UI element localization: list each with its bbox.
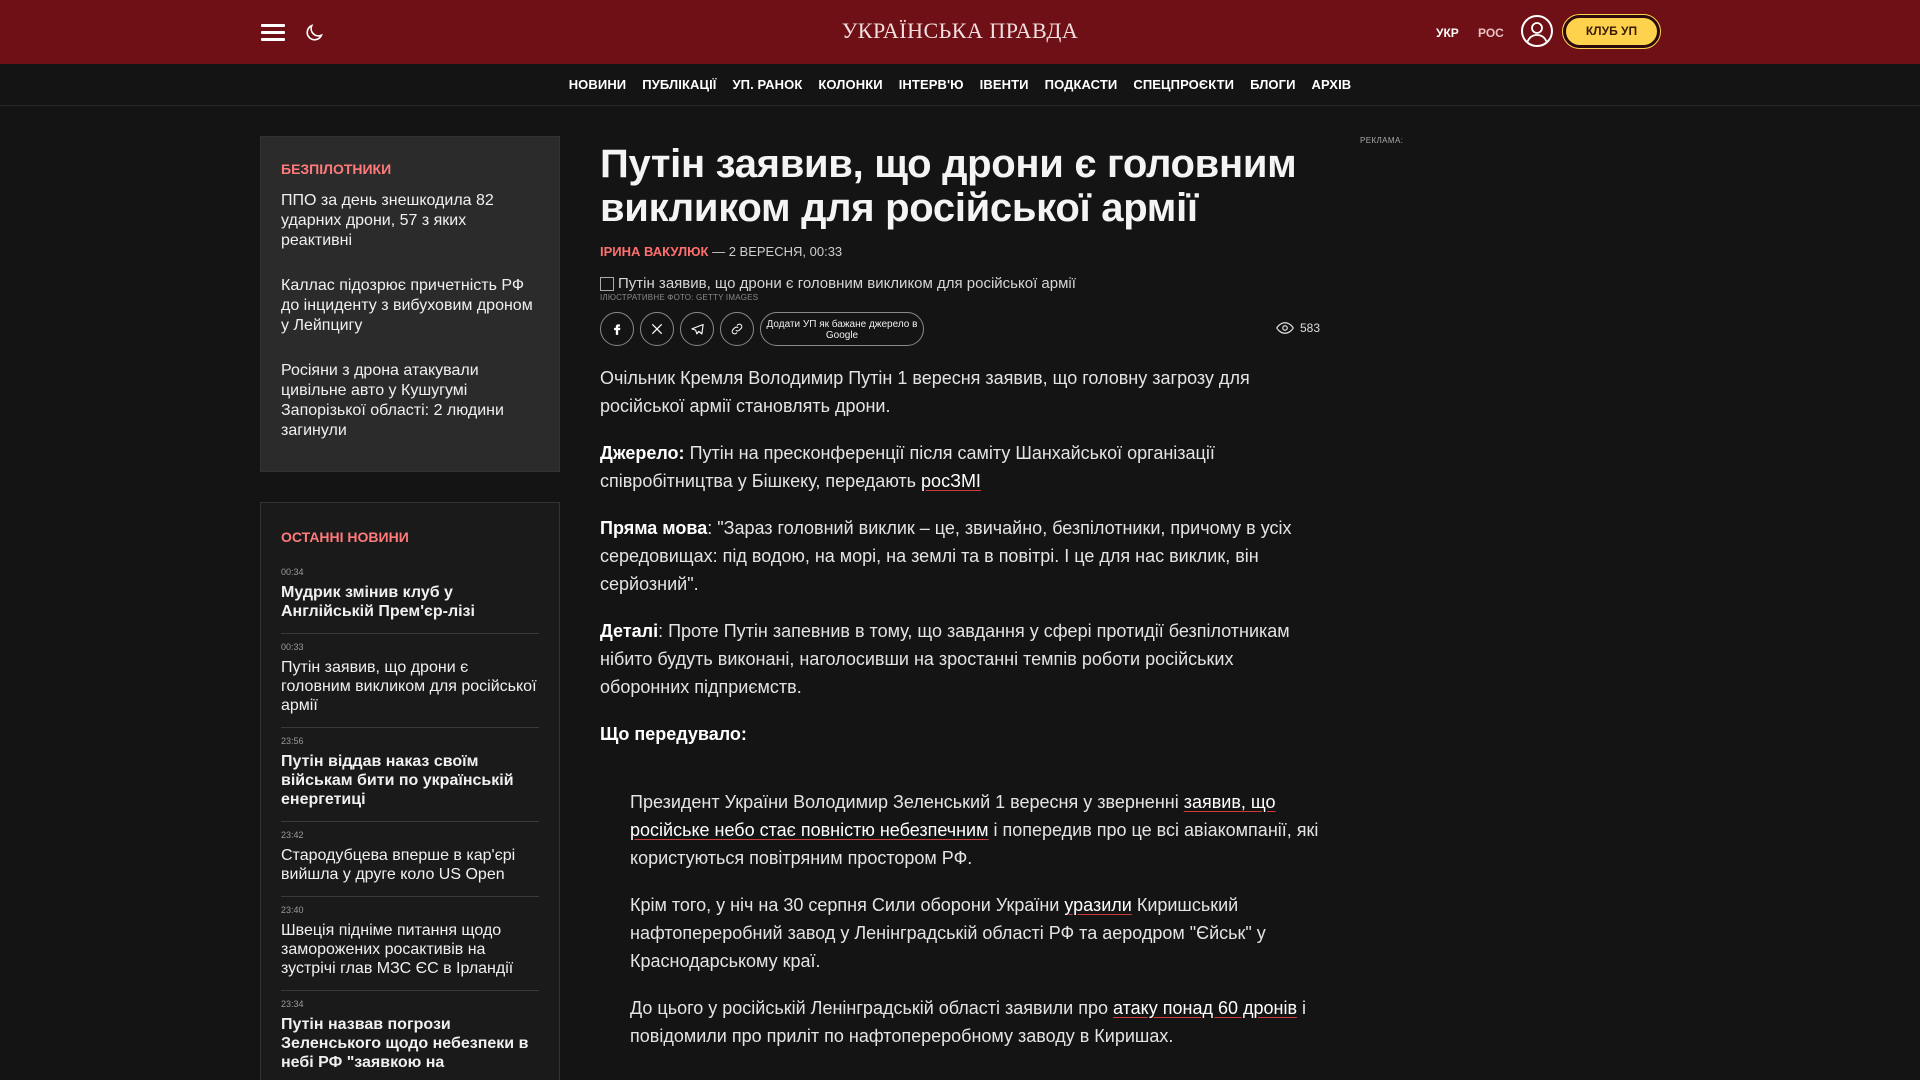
news-text[interactable]: Мудрик змінив клуб у Англійській Прем'єр…	[281, 583, 539, 621]
paragraph-label: Пряма мова	[600, 518, 708, 538]
background-block: Президент України Володимир Зеленський 1…	[600, 788, 1320, 1050]
paragraph: До цього у російській Ленінградській обл…	[630, 994, 1320, 1050]
paragraph-text: До цього у російській Ленінградській обл…	[630, 998, 1113, 1018]
nav-item-events[interactable]: ІВЕНТИ	[972, 77, 1037, 92]
latest-news-box: ОСТАННІ НОВИНИ 00:34 Мудрик змінив клуб …	[260, 502, 560, 1080]
image-caption: ІЛЮСТРАТИВНЕ ФОТО: GETTY IMAGES	[600, 293, 759, 302]
topic-box: БЕЗПІЛОТНИКИ ППО за день знешкодила 82 у…	[260, 136, 560, 472]
nav-item-podcasts[interactable]: ПОДКАСТИ	[1037, 77, 1126, 92]
paragraph-label: Що передувало:	[600, 724, 747, 744]
broken-image-icon	[600, 276, 614, 291]
news-text[interactable]: Путін заявив, що дрони є головним виклик…	[281, 658, 539, 715]
nav-item-interviews[interactable]: ІНТЕРВ'Ю	[891, 77, 972, 92]
news-text[interactable]: Стародубцева вперше в кар'єрі вийшла у д…	[281, 846, 539, 884]
nav-item-columns[interactable]: КОЛОНКИ	[810, 77, 890, 92]
views-counter: 583	[1276, 321, 1320, 335]
article-body: Очільник Кремля Володимир Путін 1 вересн…	[600, 364, 1320, 1050]
dark-mode-icon[interactable]	[303, 22, 325, 44]
news-text[interactable]: Путін віддав наказ своїм військам бити п…	[281, 752, 539, 809]
paragraph-text: Путін на пресконференції після саміту Ша…	[600, 443, 1215, 491]
topic-box-title[interactable]: БЕЗПІЛОТНИКИ	[281, 161, 539, 177]
nav-item-specprojects[interactable]: СПЕЦПРОЄКТИ	[1125, 77, 1242, 92]
nav-item-morning[interactable]: УП. РАНОК	[724, 77, 810, 92]
lang-ros-link[interactable]: РОС	[1478, 26, 1504, 40]
news-item[interactable]: 00:33 Путін заявив, що дрони є головним …	[281, 634, 539, 728]
byline: ІРИНА ВАКУЛЮК — 2 ВЕРЕСНЯ, 00:33	[600, 244, 1320, 259]
image-alt-text: Путін заявив, що дрони є головним виклик…	[618, 275, 1076, 292]
paragraph: Джерело: Путін на пресконференції після …	[600, 439, 1320, 495]
news-time: 23:56	[281, 736, 304, 746]
club-up-button[interactable]: КЛУБ УП	[1562, 14, 1661, 49]
facebook-share-icon[interactable]	[600, 312, 634, 346]
telegram-share-icon[interactable]	[680, 312, 714, 346]
paragraph: Крім того, у ніч на 30 серпня Сили оборо…	[630, 891, 1320, 975]
inline-link[interactable]: атаку понад 60 дронів	[1113, 998, 1297, 1018]
x-share-icon[interactable]	[640, 312, 674, 346]
topic-item[interactable]: ППО за день знешкодила 82 ударних дрони,…	[281, 191, 539, 251]
paragraph-label: Джерело:	[600, 443, 685, 463]
paragraph: Деталі: Проте Путін запевнив в тому, що …	[600, 617, 1320, 701]
news-time: 23:40	[281, 905, 304, 915]
paragraph-text: Крім того, у ніч на 30 серпня Сили оборо…	[630, 895, 1065, 915]
paragraph: Президент України Володимир Зеленський 1…	[630, 788, 1320, 872]
paragraph: Що передувало:	[600, 720, 1320, 748]
news-item[interactable]: 23:34 Путін назвав погрози Зеленського щ…	[281, 991, 539, 1080]
news-item[interactable]: 00:34 Мудрик змінив клуб у Англійській П…	[281, 559, 539, 634]
inline-link[interactable]: уразили	[1064, 895, 1131, 915]
copy-link-icon[interactable]	[720, 312, 754, 346]
site-logo[interactable]: УКРАЇНСЬКА ПРАВДА	[842, 18, 1079, 43]
paragraph: Пряма мова: "Зараз головний виклик – це,…	[600, 514, 1320, 598]
top-bar: УКРАЇНСЬКА ПРАВДА УКР РОС КЛУБ УП	[0, 0, 1920, 64]
article: Путін заявив, що дрони є головним виклик…	[600, 142, 1320, 1069]
news-text[interactable]: Путін назвав погрози Зеленського щодо не…	[281, 1015, 539, 1072]
news-item[interactable]: 23:56 Путін віддав наказ своїм військам …	[281, 728, 539, 822]
nav-item-publications[interactable]: ПУБЛІКАЦІЇ	[634, 77, 724, 92]
article-image: Путін заявив, що дрони є головним виклик…	[600, 275, 1320, 292]
news-text[interactable]: Швеція підніме питання щодо заморожених …	[281, 921, 539, 978]
news-time: 23:42	[281, 830, 304, 840]
news-item[interactable]: 23:40 Швеція підніме питання щодо заморо…	[281, 897, 539, 991]
latest-news-title[interactable]: ОСТАННІ НОВИНИ	[281, 529, 539, 545]
source-link[interactable]: росЗМІ	[921, 471, 981, 491]
eye-icon	[1276, 322, 1294, 334]
topic-item[interactable]: Каллас підозрює причетність РФ до інциде…	[281, 276, 539, 336]
article-date: — 2 ВЕРЕСНЯ, 00:33	[712, 244, 843, 259]
views-count: 583	[1299, 321, 1320, 335]
paragraph-label: Деталі	[600, 621, 659, 641]
news-time: 00:33	[281, 642, 304, 652]
news-time: 00:34	[281, 567, 304, 577]
menu-icon[interactable]	[261, 24, 285, 42]
nav-item-blogs[interactable]: БЛОГИ	[1242, 77, 1303, 92]
nav-item-archive[interactable]: АРХІВ	[1304, 77, 1360, 92]
news-item[interactable]: 23:42 Стародубцева вперше в кар'єрі вийш…	[281, 822, 539, 897]
paragraph: Очільник Кремля Володимир Путін 1 вересн…	[600, 368, 1250, 416]
share-row: Додати УП як бажане джерело в Google 583	[600, 312, 1320, 346]
news-time: 23:34	[281, 999, 304, 1009]
lang-ukr-link[interactable]: УКР	[1436, 26, 1459, 40]
main-nav: НОВИНИ ПУБЛІКАЦІЇ УП. РАНОК КОЛОНКИ ІНТЕ…	[0, 64, 1920, 106]
ad-label: РЕКЛАМА:	[1360, 136, 1404, 145]
paragraph-text: : Проте Путін запевнив в тому, що завдан…	[600, 621, 1290, 697]
user-icon[interactable]	[1521, 15, 1553, 47]
topic-item[interactable]: Росіяни з дрона атакували цивільне авто …	[281, 361, 539, 441]
nav-item-news[interactable]: НОВИНИ	[561, 77, 635, 92]
paragraph-text: Президент України Володимир Зеленський 1…	[630, 792, 1184, 812]
google-preferred-source-button[interactable]: Додати УП як бажане джерело в Google	[760, 312, 924, 346]
author-link[interactable]: ІРИНА ВАКУЛЮК	[600, 244, 708, 259]
article-title: Путін заявив, що дрони є головним виклик…	[600, 142, 1297, 230]
